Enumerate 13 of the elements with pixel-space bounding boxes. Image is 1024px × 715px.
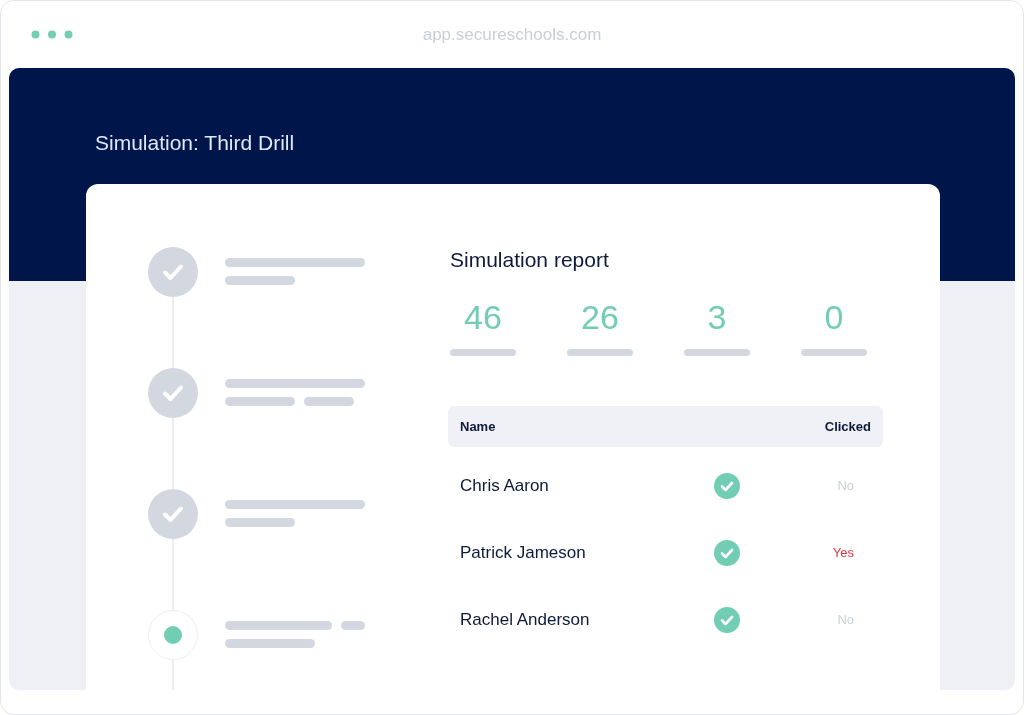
column-header: Clicked xyxy=(824,417,871,436)
stat-value: 0 xyxy=(823,297,845,337)
stat-value: 3 xyxy=(706,297,728,337)
table-cell-text: Rachel Anderson xyxy=(460,608,591,631)
stat-value: 26 xyxy=(580,297,620,337)
table-cell-text: Patrick Jameson xyxy=(460,541,587,564)
window-dots-icon xyxy=(31,30,73,39)
table-cell-text: Chris Aaron xyxy=(460,474,550,497)
table-cell-text: Yes xyxy=(832,543,854,562)
page-title: Simulation: Third Drill xyxy=(95,130,296,156)
column-header: Name xyxy=(460,417,496,436)
stat-value: 46 xyxy=(463,297,503,337)
report-title: Simulation report xyxy=(450,247,610,273)
